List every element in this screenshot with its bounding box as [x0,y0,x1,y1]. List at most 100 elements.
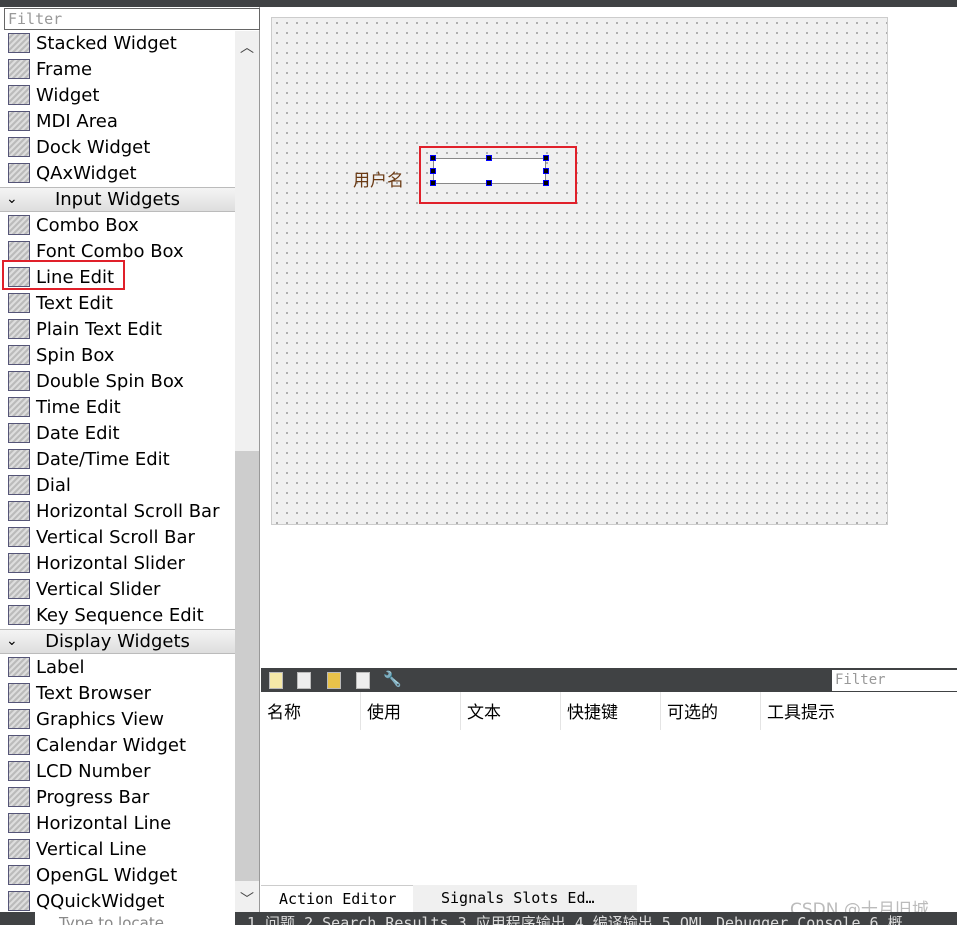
widget-item-widget[interactable]: Widget [0,82,235,108]
widget-item-horizontal-scroll-bar[interactable]: Horizontal Scroll Bar [0,498,235,524]
widget-icon [8,501,30,521]
widget-box: Filter Stacked Widget Frame Widget MDI Area… [0,7,260,912]
action-table-header: 名称 使用 文本 快捷键 可选的 工具提示 [261,692,957,732]
widget-icon [8,319,30,339]
widget-item-label: Spin Box [36,344,115,366]
widget-item-qaxwidget[interactable]: QAxWidget [0,160,235,186]
widget-icon [8,475,30,495]
widget-item-label: LCD Number [36,760,151,782]
widget-item-calendar-widget[interactable]: Calendar Widget [0,732,235,758]
widget-filter-input[interactable]: Filter [4,8,260,30]
scroll-down-icon[interactable]: ﹀ [235,889,259,909]
copy-action-icon[interactable] [297,672,311,689]
new-action-icon[interactable] [269,672,283,689]
widget-item-dock-widget[interactable]: Dock Widget [0,134,235,160]
widget-item-opengl-widget[interactable]: OpenGL Widget [0,862,235,888]
widget-item-mdi-area[interactable]: MDI Area [0,108,235,134]
widget-item-plain-text-edit[interactable]: Plain Text Edit [0,316,235,342]
widget-item-time-edit[interactable]: Time Edit [0,394,235,420]
widget-item-label: Horizontal Slider [36,552,185,574]
widget-icon [8,787,30,807]
column-header[interactable]: 文本 [461,692,561,730]
line-edit-highlight [2,260,125,290]
widget-item-label: Progress Bar [36,786,150,808]
widget-item-vertical-scroll-bar[interactable]: Vertical Scroll Bar [0,524,235,550]
widget-item-stacked-widget[interactable]: Stacked Widget [0,31,235,56]
widget-item-label[interactable]: Label [0,654,235,680]
scroll-up-icon[interactable]: ︿ [235,37,259,57]
section-input-widgets[interactable]: ⌄ Input Widgets [0,187,235,212]
scrollbar-thumb[interactable] [235,451,259,881]
widget-icon [8,683,30,703]
widget-list: Stacked Widget Frame Widget MDI Area Dock Wi… [0,31,235,912]
column-header[interactable]: 工具提示 [761,692,957,730]
widget-item-label: MDI Area [36,110,118,132]
widget-icon [8,33,30,53]
widget-item-date-time-edit[interactable]: Date/Time Edit [0,446,235,472]
widget-item-dial[interactable]: Dial [0,472,235,498]
widget-item-label: Date/Time Edit [36,448,170,470]
delete-action-icon[interactable] [356,672,370,689]
widget-item-label: QAxWidget [36,162,137,184]
widget-icon [8,865,30,885]
widget-icon [8,605,30,625]
action-editor-toolbar: 🔧 Filter [261,668,957,692]
widget-item-double-spin-box[interactable]: Double Spin Box [0,368,235,394]
widget-item-label: Vertical Line [36,838,147,860]
form-canvas[interactable]: 用户名 [271,17,888,525]
widget-item-label: Vertical Scroll Bar [36,526,195,548]
widget-item-text-edit[interactable]: Text Edit [0,290,235,316]
widget-item-horizontal-slider[interactable]: Horizontal Slider [0,550,235,576]
widget-item-key-sequence-edit[interactable]: Key Sequence Edit [0,602,235,628]
widget-icon [8,813,30,833]
widget-icon [8,709,30,729]
column-header[interactable]: 使用 [361,692,461,730]
username-label[interactable]: 用户名 [353,166,404,191]
widget-icon [8,839,30,859]
widget-item-qquickwidget[interactable]: QQuickWidget [0,888,235,912]
widget-icon [8,345,30,365]
widget-item-label: Date Edit [36,422,120,444]
column-header[interactable]: 快捷键 [561,692,661,730]
widget-icon [8,761,30,781]
widget-item-lcd-number[interactable]: LCD Number [0,758,235,784]
tab-signals-slots-editor[interactable]: Signals Slots Ed… [413,885,637,912]
column-header[interactable]: 名称 [261,692,361,730]
widget-icon [8,423,30,443]
widget-item-frame[interactable]: Frame [0,56,235,82]
widget-icon [8,397,30,417]
widget-item-horizontal-line[interactable]: Horizontal Line [0,810,235,836]
widget-icon [8,579,30,599]
widget-icon [8,293,30,313]
widget-item-label: Widget [36,84,100,106]
line-edit-form-highlight [419,146,577,204]
column-header[interactable]: 可选的 [661,692,761,730]
widget-item-label: Font Combo Box [36,240,184,262]
action-filter-input[interactable]: Filter [832,670,957,691]
tab-action-editor[interactable]: Action Editor [261,885,413,912]
widget-item-graphics-view[interactable]: Graphics View [0,706,235,732]
widget-icon [8,735,30,755]
widget-item-label: Label [36,656,85,678]
widget-item-combo-box[interactable]: Combo Box [0,212,235,238]
widget-item-label: OpenGL Widget [36,864,178,886]
widget-icon [8,527,30,547]
widget-item-vertical-line[interactable]: Vertical Line [0,836,235,862]
section-display-widgets[interactable]: ⌄ Display Widgets [0,629,235,654]
wrench-icon[interactable]: 🔧 [383,670,402,688]
output-panes[interactable]: 1 问题 2 Search Results 3 应用程序输出 4 编译输出 5 … [247,912,903,925]
widget-item-spin-box[interactable]: Spin Box [0,342,235,368]
widget-icon [8,449,30,469]
widget-list-scrollbar[interactable]: ︿ ﹀ [235,31,259,912]
widget-item-date-edit[interactable]: Date Edit [0,420,235,446]
widget-item-label: Horizontal Line [36,812,172,834]
locate-input[interactable]: Type to locate [35,912,235,925]
paste-action-icon[interactable] [327,672,341,689]
widget-item-progress-bar[interactable]: Progress Bar [0,784,235,810]
widget-item-label: Calendar Widget [36,734,187,756]
widget-item-label: Time Edit [36,396,121,418]
widget-item-text-browser[interactable]: Text Browser [0,680,235,706]
widget-icon [8,371,30,391]
widget-item-label: Dock Widget [36,136,151,158]
widget-item-vertical-slider[interactable]: Vertical Slider [0,576,235,602]
